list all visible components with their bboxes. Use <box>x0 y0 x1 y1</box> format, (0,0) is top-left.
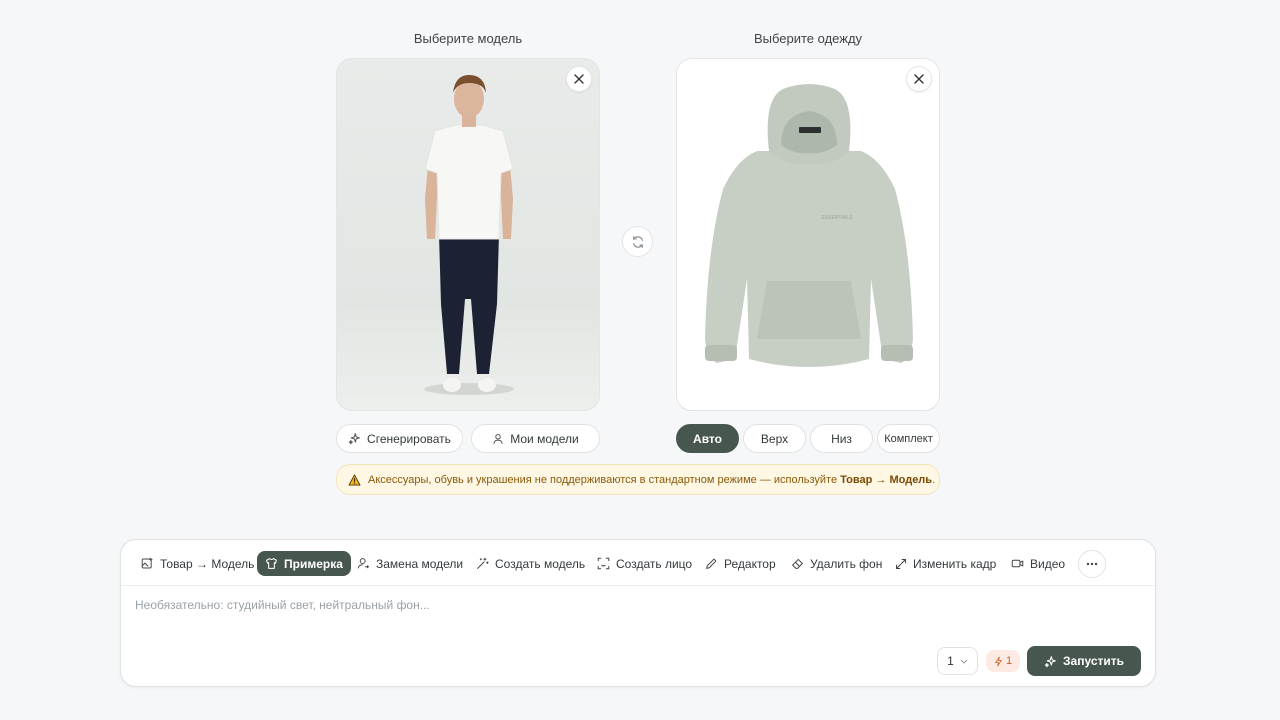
clothing-image-panel[interactable]: ESSENTIALS <box>676 58 940 411</box>
pencil-icon <box>706 558 717 569</box>
tool-create-model-label: Создать модель <box>495 556 586 571</box>
filter-top-button[interactable]: Верх <box>743 424 806 453</box>
remove-clothing-button[interactable] <box>906 66 932 92</box>
swap-button[interactable] <box>622 226 653 257</box>
tool-editor-label: Редактор <box>724 556 776 571</box>
close-icon <box>914 74 924 84</box>
tool-remove-background[interactable]: Удалить фон <box>783 551 890 576</box>
image-count-value: 1 <box>947 654 954 668</box>
tool-editor[interactable]: Редактор <box>697 551 784 576</box>
tool-create-model[interactable]: Создать модель <box>468 551 593 576</box>
tool-try-on[interactable]: Примерка <box>257 551 351 576</box>
tool-create-face-label: Создать лицо <box>616 556 693 571</box>
prompt-input[interactable] <box>135 598 1135 612</box>
hoodie-photo: ESSENTIALS <box>705 84 913 367</box>
tool-replace-model[interactable]: Замена модели <box>349 551 471 576</box>
filter-bottom-label: Низ <box>831 431 852 446</box>
sparkles-icon <box>1044 655 1056 667</box>
filter-bottom-button[interactable]: Низ <box>810 424 873 453</box>
expand-icon <box>896 558 906 569</box>
my-models-button[interactable]: Мои модели <box>471 424 600 453</box>
video-icon <box>1011 559 1024 568</box>
filter-auto-button[interactable]: Авто <box>676 424 739 453</box>
model-photo <box>424 75 514 395</box>
clothing-column-title: Выберите одежду <box>753 31 863 46</box>
tool-change-frame[interactable]: Изменить кадр <box>887 551 1004 576</box>
filter-set-label: Комплект <box>884 432 933 445</box>
model-image-panel[interactable] <box>336 58 600 411</box>
user-icon <box>493 433 503 444</box>
generation-card: Товар → Модель Примерка Замена модели Со… <box>120 539 1156 687</box>
warning-link[interactable]: Товар → Модель <box>840 474 932 486</box>
tool-replace-model-label: Замена модели <box>376 556 464 571</box>
tool-product-to-model-label: Товар → Модель <box>160 556 255 571</box>
tool-video[interactable]: Видео <box>1003 551 1073 576</box>
more-tools-button[interactable] <box>1078 550 1106 578</box>
mode-toolbar: Товар → Модель Примерка Замена модели Со… <box>121 540 1155 586</box>
generate-model-button[interactable]: Сгенерировать <box>336 424 463 453</box>
tool-try-on-label: Примерка <box>284 556 343 571</box>
tool-change-frame-label: Изменить кадр <box>913 556 997 571</box>
face-scan-icon <box>597 557 610 570</box>
shirt-icon <box>266 558 277 569</box>
refresh-icon <box>632 235 643 248</box>
filter-auto-label: Авто <box>693 431 722 446</box>
filter-top-label: Верх <box>760 431 789 446</box>
image-plus-icon <box>141 557 153 569</box>
tool-remove-background-label: Удалить фон <box>810 556 883 571</box>
hoodie-print: ESSENTIALS <box>822 215 854 221</box>
warning-suffix: . <box>932 473 936 486</box>
filter-set-button[interactable]: Комплект <box>877 424 940 453</box>
eraser-icon <box>792 558 803 569</box>
magic-wand-icon <box>477 557 489 569</box>
remove-model-button[interactable] <box>566 66 592 92</box>
tool-create-face[interactable]: Создать лицо <box>589 551 700 576</box>
more-horizontal-icon <box>1086 562 1098 566</box>
sparkles-icon <box>348 433 360 445</box>
model-column-title: Выберите модель <box>413 31 523 46</box>
chevron-down-icon <box>960 659 968 664</box>
warning-banner: Аксессуары, обувь и украшения не поддерж… <box>336 464 940 495</box>
warning-icon <box>348 473 361 486</box>
credit-cost-value: 1 <box>1005 655 1013 667</box>
close-icon <box>574 74 584 84</box>
image-count-select[interactable]: 1 <box>937 647 978 675</box>
user-swap-icon <box>357 558 370 569</box>
tool-product-to-model[interactable]: Товар → Модель <box>133 551 262 576</box>
generate-model-label: Сгенерировать <box>367 431 451 446</box>
lightning-icon <box>994 656 1003 666</box>
tool-video-label: Видео <box>1030 556 1066 571</box>
run-button[interactable]: Запустить <box>1027 646 1141 676</box>
warning-text: Аксессуары, обувь и украшения не поддерж… <box>368 473 838 486</box>
credit-cost-badge: 1 <box>986 650 1020 672</box>
run-button-label: Запустить <box>1063 654 1124 668</box>
my-models-label: Мои модели <box>510 431 579 446</box>
